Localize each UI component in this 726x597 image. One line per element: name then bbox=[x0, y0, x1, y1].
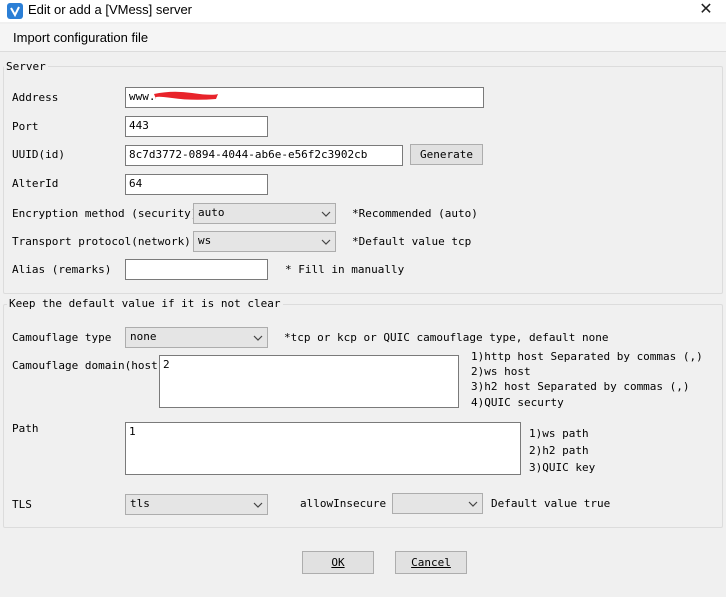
generate-button[interactable]: Generate bbox=[410, 144, 483, 165]
network-label: Transport protocol(network) bbox=[12, 235, 191, 248]
server-group-title: Server bbox=[4, 60, 48, 73]
security-hint: *Recommended (auto) bbox=[352, 207, 478, 220]
menu-bar: Import configuration file bbox=[0, 24, 726, 52]
security-select-value: auto bbox=[198, 206, 225, 219]
ok-button[interactable]: OK bbox=[302, 551, 374, 574]
cancel-button-label: Cancel bbox=[411, 556, 451, 569]
security-select[interactable]: auto bbox=[193, 203, 336, 224]
chevron-down-icon bbox=[468, 501, 478, 507]
v2rayn-logo-icon bbox=[7, 3, 23, 19]
close-icon: ✕ bbox=[699, 1, 713, 18]
ok-button-label: OK bbox=[331, 556, 345, 569]
camouflage-type-value: none bbox=[130, 330, 157, 343]
close-button[interactable]: ✕ bbox=[686, 0, 726, 22]
camouflage-type-hint: *tcp or kcp or QUIC camouflage type, def… bbox=[284, 331, 609, 344]
host-textarea[interactable]: 2 bbox=[159, 355, 459, 408]
alterid-input[interactable]: 64 bbox=[125, 174, 268, 195]
uuid-input[interactable]: 8c7d3772-0894-4044-ab6e-e56f2c3902cb bbox=[125, 145, 403, 166]
alterid-label: AlterId bbox=[12, 177, 59, 190]
allow-insecure-hint: Default value true bbox=[491, 497, 611, 510]
network-hint: *Default value tcp bbox=[352, 235, 472, 248]
allow-insecure-select[interactable] bbox=[392, 493, 483, 514]
generate-button-label: Generate bbox=[420, 148, 473, 161]
address-label: Address bbox=[12, 91, 59, 104]
chevron-down-icon bbox=[321, 239, 331, 245]
alias-label: Alias (remarks) bbox=[12, 263, 112, 276]
chevron-down-icon bbox=[253, 502, 263, 508]
menu-import-config[interactable]: Import configuration file bbox=[13, 30, 148, 45]
cancel-button[interactable]: Cancel bbox=[395, 551, 467, 574]
network-select[interactable]: ws bbox=[193, 231, 336, 252]
chevron-down-icon bbox=[253, 335, 263, 341]
host-label: Camouflage domain(host) bbox=[12, 359, 165, 372]
alias-hint: * Fill in manually bbox=[285, 263, 405, 276]
security-label: Encryption method (security) bbox=[12, 207, 198, 220]
alias-input[interactable] bbox=[125, 259, 268, 280]
allow-insecure-label: allowInsecure bbox=[300, 497, 387, 510]
host-hint-1: 1)http host Separated by commas (,) bbox=[471, 350, 703, 363]
host-hint-4: 4)QUIC securty bbox=[471, 396, 564, 409]
path-textarea[interactable]: 1 bbox=[125, 422, 521, 475]
camouflage-type-label: Camouflage type bbox=[12, 331, 112, 344]
window-title: Edit or add a [VMess] server bbox=[28, 2, 193, 17]
tls-select[interactable]: tls bbox=[125, 494, 268, 515]
path-label: Path bbox=[12, 422, 39, 435]
host-hint-2: 2)ws host bbox=[471, 365, 531, 378]
chevron-down-icon bbox=[321, 211, 331, 217]
path-hint-3: 3)QUIC key bbox=[529, 461, 596, 474]
path-hint-1: 1)ws path bbox=[529, 427, 589, 440]
camouflage-type-select[interactable]: none bbox=[125, 327, 268, 348]
network-select-value: ws bbox=[198, 234, 212, 247]
redaction-mark bbox=[154, 91, 218, 100]
tls-label: TLS bbox=[12, 498, 32, 511]
uuid-label: UUID(id) bbox=[12, 148, 65, 161]
path-hint-2: 2)h2 path bbox=[529, 444, 589, 457]
advanced-group-title: Keep the default value if it is not clea… bbox=[7, 297, 283, 310]
port-input[interactable]: 443 bbox=[125, 116, 268, 137]
title-bar: Edit or add a [VMess] server ✕ bbox=[0, 0, 726, 22]
host-hint-3: 3)h2 host Separated by commas (,) bbox=[471, 380, 690, 393]
tls-select-value: tls bbox=[130, 497, 150, 510]
port-label: Port bbox=[12, 120, 39, 133]
